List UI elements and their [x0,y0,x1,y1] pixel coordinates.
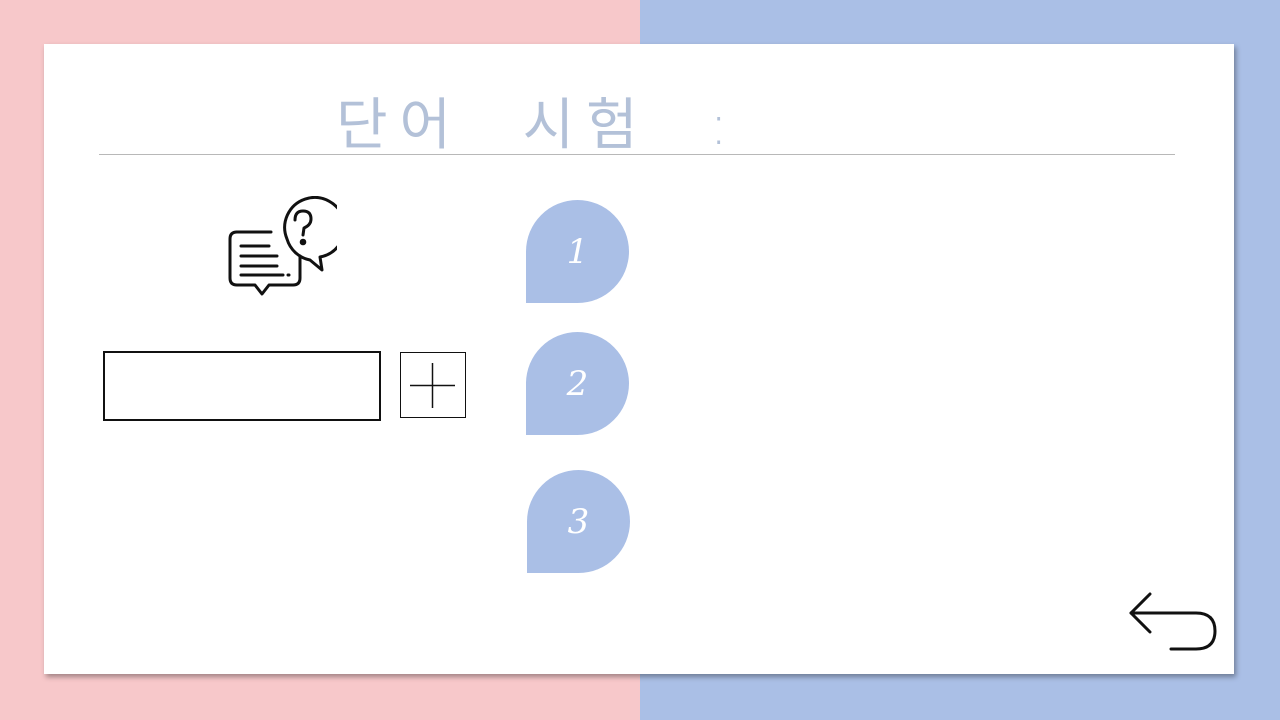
answer-bubble-1: 1 [526,200,629,303]
quiz-card: 단어 시험 : 1 2 3 [44,44,1234,674]
add-button[interactable] [400,352,466,418]
answer-bubble-3: 3 [527,470,630,573]
title-divider [99,154,1175,155]
answer-bubble-2: 2 [526,332,629,435]
plus-icon [410,362,455,408]
answer-number-2: 2 [566,363,589,404]
answer-number-3: 3 [567,501,590,542]
page-title: 단어 시험 : [336,93,741,158]
answer-number-1: 1 [566,231,589,272]
back-button[interactable] [1128,588,1220,654]
word-input[interactable] [103,351,381,421]
chat-question-icon [227,195,347,306]
return-arrow-icon [1129,592,1217,651]
